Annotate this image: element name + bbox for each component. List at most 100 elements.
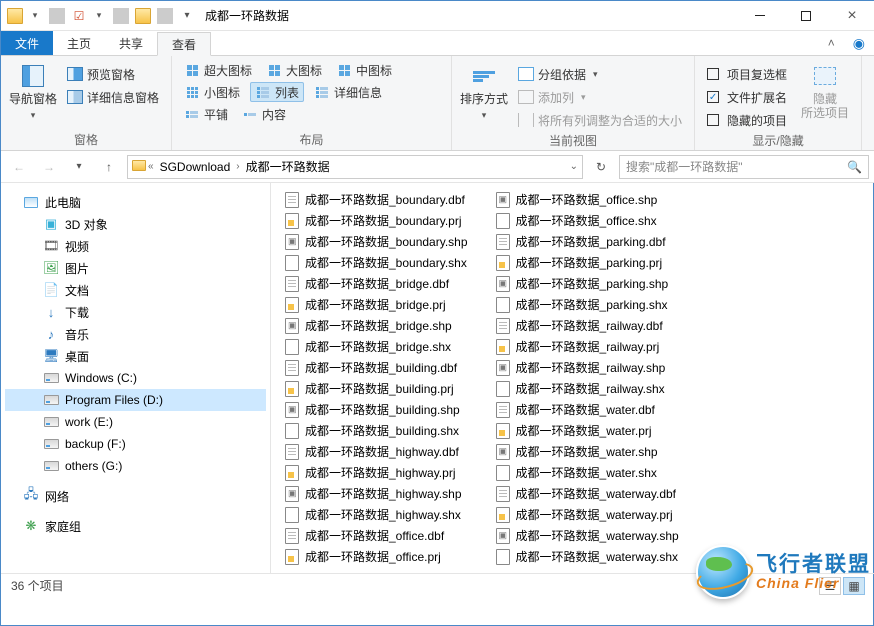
file-item[interactable]: 成都一环路数据_boundary.shp — [281, 231, 472, 252]
file-item[interactable]: 成都一环路数据_building.shp — [281, 399, 472, 420]
nav-tree-child[interactable]: 🎞视频 — [5, 235, 266, 257]
file-dbf-icon — [496, 486, 510, 502]
sort-by-button[interactable]: 排序方式 ▾ — [460, 60, 508, 130]
file-item[interactable]: 成都一环路数据_building.prj — [281, 378, 472, 399]
file-item[interactable]: 成都一环路数据_waterway.dbf — [492, 483, 683, 504]
nav-tree-child[interactable]: Windows (C:) — [5, 367, 266, 389]
layout-details[interactable]: 详细信息 — [310, 82, 386, 102]
file-item[interactable]: 成都一环路数据_building.shx — [281, 420, 472, 441]
details-view-button[interactable]: ☰ — [819, 577, 841, 595]
qat-dropdown-icon[interactable]: ▾ — [91, 8, 107, 24]
navigation-pane-button[interactable]: 导航窗格 ▾ — [9, 60, 57, 129]
chevron-right-icon[interactable]: « — [148, 161, 154, 172]
tab-file[interactable]: 文件 — [1, 31, 53, 55]
minimize-button[interactable] — [737, 1, 783, 31]
chevron-right-icon[interactable]: › — [236, 161, 239, 172]
details-pane-button[interactable]: 详细信息窗格 — [63, 87, 163, 107]
nav-tree-child[interactable]: 🖼图片 — [5, 257, 266, 279]
file-list[interactable]: 成都一环路数据_boundary.dbf成都一环路数据_boundary.prj… — [271, 183, 874, 573]
file-item[interactable]: 成都一环路数据_railway.dbf — [492, 315, 683, 336]
up-button[interactable]: ↑ — [97, 155, 121, 179]
address-box[interactable]: « SGDownload › 成都一环路数据 ⌄ — [127, 155, 583, 179]
file-item[interactable]: 成都一环路数据_highway.dbf — [281, 441, 472, 462]
tab-view[interactable]: 查看 — [157, 32, 211, 56]
checkbox-selected-icon[interactable]: ☑ — [71, 8, 87, 24]
layout-extra-large-icons[interactable]: 超大图标 — [180, 60, 256, 80]
tab-share[interactable]: 共享 — [105, 31, 157, 55]
nav-tree-child[interactable]: ↓下载 — [5, 301, 266, 323]
search-input[interactable]: 搜索"成都一环路数据" 🔍 — [619, 155, 869, 179]
file-extensions-toggle[interactable]: ✓文件扩展名 — [703, 87, 791, 107]
nav-tree-root[interactable]: 🖧网络 — [5, 485, 266, 507]
file-item[interactable]: 成都一环路数据_highway.prj — [281, 462, 472, 483]
qat-dropdown-icon[interactable]: ▾ — [27, 8, 43, 24]
refresh-button[interactable]: ↻ — [589, 155, 613, 179]
chevron-down-icon[interactable]: ▾ — [179, 8, 195, 24]
forward-button[interactable]: → — [37, 155, 61, 179]
file-item[interactable]: 成都一环路数据_water.prj — [492, 420, 683, 441]
icons-view-button[interactable]: ▦ — [843, 577, 865, 595]
file-item[interactable]: 成都一环路数据_office.prj — [281, 546, 472, 567]
address-dropdown-icon[interactable]: ⌄ — [570, 161, 578, 172]
file-item[interactable]: 成都一环路数据_office.dbf — [281, 525, 472, 546]
item-checkboxes-toggle[interactable]: 项目复选框 — [703, 64, 791, 84]
breadcrumb[interactable]: SGDownload — [156, 160, 235, 174]
file-item[interactable]: 成都一环路数据_highway.shx — [281, 504, 472, 525]
layout-medium-icons[interactable]: 中图标 — [332, 60, 396, 80]
hidden-items-toggle[interactable]: 隐藏的项目 — [703, 110, 791, 130]
nav-tree-child[interactable]: ♪音乐 — [5, 323, 266, 345]
file-item[interactable]: 成都一环路数据_waterway.shx — [492, 546, 683, 567]
file-item[interactable]: 成都一环路数据_parking.dbf — [492, 231, 683, 252]
nav-tree-child[interactable]: Program Files (D:) — [5, 389, 266, 411]
layout-list[interactable]: 列表 — [250, 82, 304, 102]
maximize-button[interactable] — [783, 1, 829, 31]
file-item[interactable]: 成都一环路数据_boundary.prj — [281, 210, 472, 231]
preview-pane-button[interactable]: 预览窗格 — [63, 64, 163, 84]
file-item[interactable]: 成都一环路数据_office.shp — [492, 189, 683, 210]
nav-tree-label: 音乐 — [65, 326, 89, 343]
file-item[interactable]: 成都一环路数据_water.dbf — [492, 399, 683, 420]
file-item[interactable]: 成都一环路数据_waterway.shp — [492, 525, 683, 546]
close-button[interactable]: × — [829, 1, 874, 31]
nav-tree-child[interactable]: 🖥桌面 — [5, 345, 266, 367]
file-item[interactable]: 成都一环路数据_bridge.shp — [281, 315, 472, 336]
file-item[interactable]: 成都一环路数据_building.dbf — [281, 357, 472, 378]
navigation-tree[interactable]: 此电脑▣3D 对象🎞视频🖼图片📄文档↓下载♪音乐🖥桌面Windows (C:)P… — [1, 183, 271, 573]
layout-content[interactable]: 内容 — [238, 104, 290, 124]
file-item[interactable]: 成都一环路数据_boundary.dbf — [281, 189, 472, 210]
breadcrumb[interactable]: 成都一环路数据 — [242, 158, 334, 175]
file-item[interactable]: 成都一环路数据_railway.prj — [492, 336, 683, 357]
file-item[interactable]: 成都一环路数据_boundary.shx — [281, 252, 472, 273]
tab-home[interactable]: 主页 — [53, 31, 105, 55]
nav-tree-child[interactable]: 📄文档 — [5, 279, 266, 301]
file-item[interactable]: 成都一环路数据_parking.prj — [492, 252, 683, 273]
file-item[interactable]: 成都一环路数据_bridge.prj — [281, 294, 472, 315]
file-item[interactable]: 成都一环路数据_water.shp — [492, 441, 683, 462]
group-by-button[interactable]: 分组依据▾ — [514, 64, 686, 84]
recent-locations-button[interactable]: ▾ — [67, 155, 91, 179]
file-item[interactable]: 成都一环路数据_parking.shx — [492, 294, 683, 315]
file-dbf-icon — [285, 360, 299, 376]
nav-tree-root[interactable]: ❋家庭组 — [5, 515, 266, 537]
nav-tree-child[interactable]: work (E:) — [5, 411, 266, 433]
nav-tree-child[interactable]: ▣3D 对象 — [5, 213, 266, 235]
file-item[interactable]: 成都一环路数据_highway.shp — [281, 483, 472, 504]
layout-small-icons[interactable]: 小图标 — [180, 82, 244, 102]
layout-large-icons[interactable]: 大图标 — [262, 60, 326, 80]
file-item[interactable]: 成都一环路数据_parking.shp — [492, 273, 683, 294]
file-item[interactable]: 成都一环路数据_office.shx — [492, 210, 683, 231]
file-item[interactable]: 成都一环路数据_bridge.dbf — [281, 273, 472, 294]
layout-tiles[interactable]: 平铺 — [180, 104, 232, 124]
file-item[interactable]: 成都一环路数据_water.shx — [492, 462, 683, 483]
back-button[interactable]: ← — [7, 155, 31, 179]
help-button[interactable]: ◉ — [843, 31, 874, 55]
nav-tree-root[interactable]: 此电脑 — [5, 191, 266, 213]
file-item[interactable]: 成都一环路数据_railway.shp — [492, 357, 683, 378]
options-button[interactable]: 选项 ▾ — [870, 60, 874, 132]
file-item[interactable]: 成都一环路数据_railway.shx — [492, 378, 683, 399]
file-item[interactable]: 成都一环路数据_waterway.prj — [492, 504, 683, 525]
file-item[interactable]: 成都一环路数据_bridge.shx — [281, 336, 472, 357]
nav-tree-child[interactable]: others (G:) — [5, 455, 266, 477]
nav-tree-child[interactable]: backup (F:) — [5, 433, 266, 455]
minimize-ribbon-button[interactable]: ˄ — [820, 31, 843, 55]
